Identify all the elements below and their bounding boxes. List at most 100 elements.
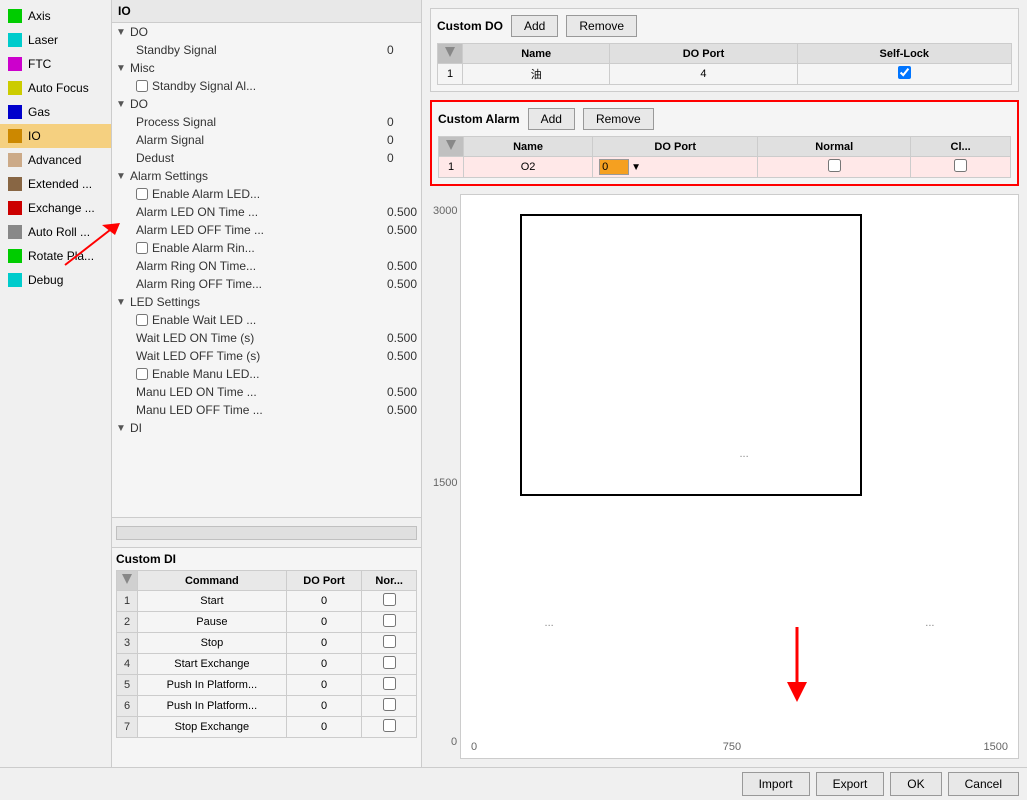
sidebar-item-label-io: IO bbox=[28, 129, 41, 143]
custom-di-table-scroll[interactable]: Command DO Port Nor... 1 Start 0 bbox=[116, 570, 417, 745]
tree-item-enable-manu-led: Enable Manu LED... bbox=[112, 365, 421, 383]
tree-item-enable-alarm-led: Enable Alarm LED... bbox=[112, 185, 421, 203]
sidebar-item-rotatepl[interactable]: Rotate Pla... bbox=[0, 244, 111, 268]
collapse-icon-misc: ▼ bbox=[116, 63, 126, 74]
alarm-normal-checkbox[interactable] bbox=[828, 159, 841, 172]
custom-alarm-add-button[interactable]: Add bbox=[528, 108, 575, 130]
di-row-command: Start bbox=[138, 591, 287, 612]
manu-led-off-value: 0.500 bbox=[387, 403, 417, 417]
gas-color-indicator bbox=[8, 105, 22, 119]
tree-item-wait-led-off: Wait LED OFF Time (s) 0.500 bbox=[112, 347, 421, 365]
tree-item-manu-led-off: Manu LED OFF Time ... 0.500 bbox=[112, 401, 421, 419]
table-row: 1 油 4 bbox=[438, 64, 1012, 85]
di-col-command: Command bbox=[138, 571, 287, 591]
di-row-nor bbox=[362, 654, 417, 675]
standby-signal-label: Standby Signal bbox=[136, 43, 383, 57]
tree-group-led-header[interactable]: ▼ LED Settings bbox=[112, 293, 421, 311]
exchange-color-indicator bbox=[8, 201, 22, 215]
group-label-di: DI bbox=[130, 421, 142, 435]
sidebar-item-ftc[interactable]: FTC bbox=[0, 52, 111, 76]
wait-led-off-label: Wait LED OFF Time (s) bbox=[136, 349, 383, 363]
di-row-port: 0 bbox=[286, 591, 362, 612]
di-nor-checkbox[interactable] bbox=[383, 698, 396, 711]
alarm-row-normal bbox=[758, 157, 911, 178]
enable-wait-led-label: Enable Wait LED ... bbox=[152, 313, 417, 327]
process-signal-label: Process Signal bbox=[136, 115, 383, 129]
alarm-signal-value: 0 bbox=[387, 133, 417, 147]
tree-group-do2-header[interactable]: ▼ DO bbox=[112, 95, 421, 113]
sidebar-item-axis[interactable]: Axis bbox=[0, 4, 111, 28]
di-nor-checkbox[interactable] bbox=[383, 677, 396, 690]
alarm-port-input[interactable] bbox=[599, 159, 629, 175]
import-button[interactable]: Import bbox=[742, 772, 810, 796]
custom-do-add-button[interactable]: Add bbox=[511, 15, 558, 37]
di-nor-checkbox[interactable] bbox=[383, 593, 396, 606]
bottom-buttons-bar: Import Export OK Cancel bbox=[0, 767, 1027, 800]
enable-wait-led-checkbox[interactable] bbox=[136, 314, 148, 326]
enable-alarm-led-checkbox[interactable] bbox=[136, 188, 148, 200]
sidebar-item-label-advanced: Advanced bbox=[28, 153, 81, 167]
sidebar-item-label-gas: Gas bbox=[28, 105, 50, 119]
io-tree-scroll[interactable]: ▼ DO Standby Signal 0 ▼ Misc bbox=[112, 23, 421, 517]
custom-do-header: Custom DO Add Remove bbox=[437, 15, 1012, 37]
alarm-sort-icon bbox=[445, 139, 457, 151]
sidebar-item-label-axis: Axis bbox=[28, 9, 51, 23]
table-row: 4 Start Exchange 0 bbox=[117, 654, 417, 675]
enable-alarm-rin-checkbox[interactable] bbox=[136, 242, 148, 254]
di-row-nor bbox=[362, 675, 417, 696]
do-row-name: 油 bbox=[463, 64, 610, 85]
do-selflock-checkbox[interactable] bbox=[898, 66, 911, 79]
di-row-command: Start Exchange bbox=[138, 654, 287, 675]
table-row: 1 Start 0 bbox=[117, 591, 417, 612]
do-col-port: DO Port bbox=[610, 44, 797, 64]
custom-do-remove-button[interactable]: Remove bbox=[566, 15, 637, 37]
do-col-selflock: Self-Lock bbox=[797, 44, 1011, 64]
manu-led-off-label: Manu LED OFF Time ... bbox=[136, 403, 383, 417]
sidebar-item-debug[interactable]: Debug bbox=[0, 268, 111, 292]
di-row-num: 4 bbox=[117, 654, 138, 675]
alarm-port-dropdown-btn[interactable]: ▼ bbox=[631, 162, 641, 173]
tree-group-alarm-header[interactable]: ▼ Alarm Settings bbox=[112, 167, 421, 185]
alarm-ring-off-label: Alarm Ring OFF Time... bbox=[136, 277, 383, 291]
chart-dots-left: ... bbox=[545, 617, 554, 629]
advanced-color-indicator bbox=[8, 153, 22, 167]
sidebar-item-extended[interactable]: Extended ... bbox=[0, 172, 111, 196]
tree-group-di-header[interactable]: ▼ DI bbox=[112, 419, 421, 437]
custom-alarm-remove-button[interactable]: Remove bbox=[583, 108, 654, 130]
sidebar-item-autoroll[interactable]: Auto Roll ... bbox=[0, 220, 111, 244]
sidebar-item-gas[interactable]: Gas bbox=[0, 100, 111, 124]
alarm-ring-off-value: 0.500 bbox=[387, 277, 417, 291]
horizontal-scrollbar[interactable] bbox=[116, 526, 417, 540]
di-nor-checkbox[interactable] bbox=[383, 719, 396, 732]
cancel-button[interactable]: Cancel bbox=[948, 772, 1019, 796]
standby-signal-al-label: Standby Signal Al... bbox=[152, 79, 417, 93]
sidebar-item-io[interactable]: IO bbox=[0, 124, 111, 148]
alarm-row-cl bbox=[911, 157, 1011, 178]
di-nor-checkbox[interactable] bbox=[383, 656, 396, 669]
collapse-icon-led: ▼ bbox=[116, 297, 126, 308]
enable-manu-led-checkbox[interactable] bbox=[136, 368, 148, 380]
di-row-port: 0 bbox=[286, 612, 362, 633]
alarm-cl-checkbox[interactable] bbox=[954, 159, 967, 172]
sidebar-item-exchange[interactable]: Exchange ... bbox=[0, 196, 111, 220]
ok-button[interactable]: OK bbox=[890, 772, 941, 796]
right-panel: Custom DO Add Remove Name DO Port Self-L… bbox=[422, 0, 1027, 767]
sidebar-item-autofocus[interactable]: Auto Focus bbox=[0, 76, 111, 100]
debug-color-indicator bbox=[8, 273, 22, 287]
manu-led-on-value: 0.500 bbox=[387, 385, 417, 399]
tree-group-misc-header[interactable]: ▼ Misc bbox=[112, 59, 421, 77]
wait-led-on-label: Wait LED ON Time (s) bbox=[136, 331, 383, 345]
tree-item-dedust: Dedust 0 bbox=[112, 149, 421, 167]
do-col-name: Name bbox=[463, 44, 610, 64]
tree-group-do1-header[interactable]: ▼ DO bbox=[112, 23, 421, 41]
standby-signal-al-checkbox[interactable] bbox=[136, 80, 148, 92]
di-nor-checkbox[interactable] bbox=[383, 635, 396, 648]
sidebar-item-advanced[interactable]: Advanced bbox=[0, 148, 111, 172]
tree-group-do2: ▼ DO Process Signal 0 Alarm Signal 0 Ded… bbox=[112, 95, 421, 167]
di-nor-checkbox[interactable] bbox=[383, 614, 396, 627]
di-row-nor bbox=[362, 612, 417, 633]
sidebar-item-laser[interactable]: Laser bbox=[0, 28, 111, 52]
do-row-port: 4 bbox=[610, 64, 797, 85]
export-button[interactable]: Export bbox=[816, 772, 885, 796]
di-row-num: 5 bbox=[117, 675, 138, 696]
